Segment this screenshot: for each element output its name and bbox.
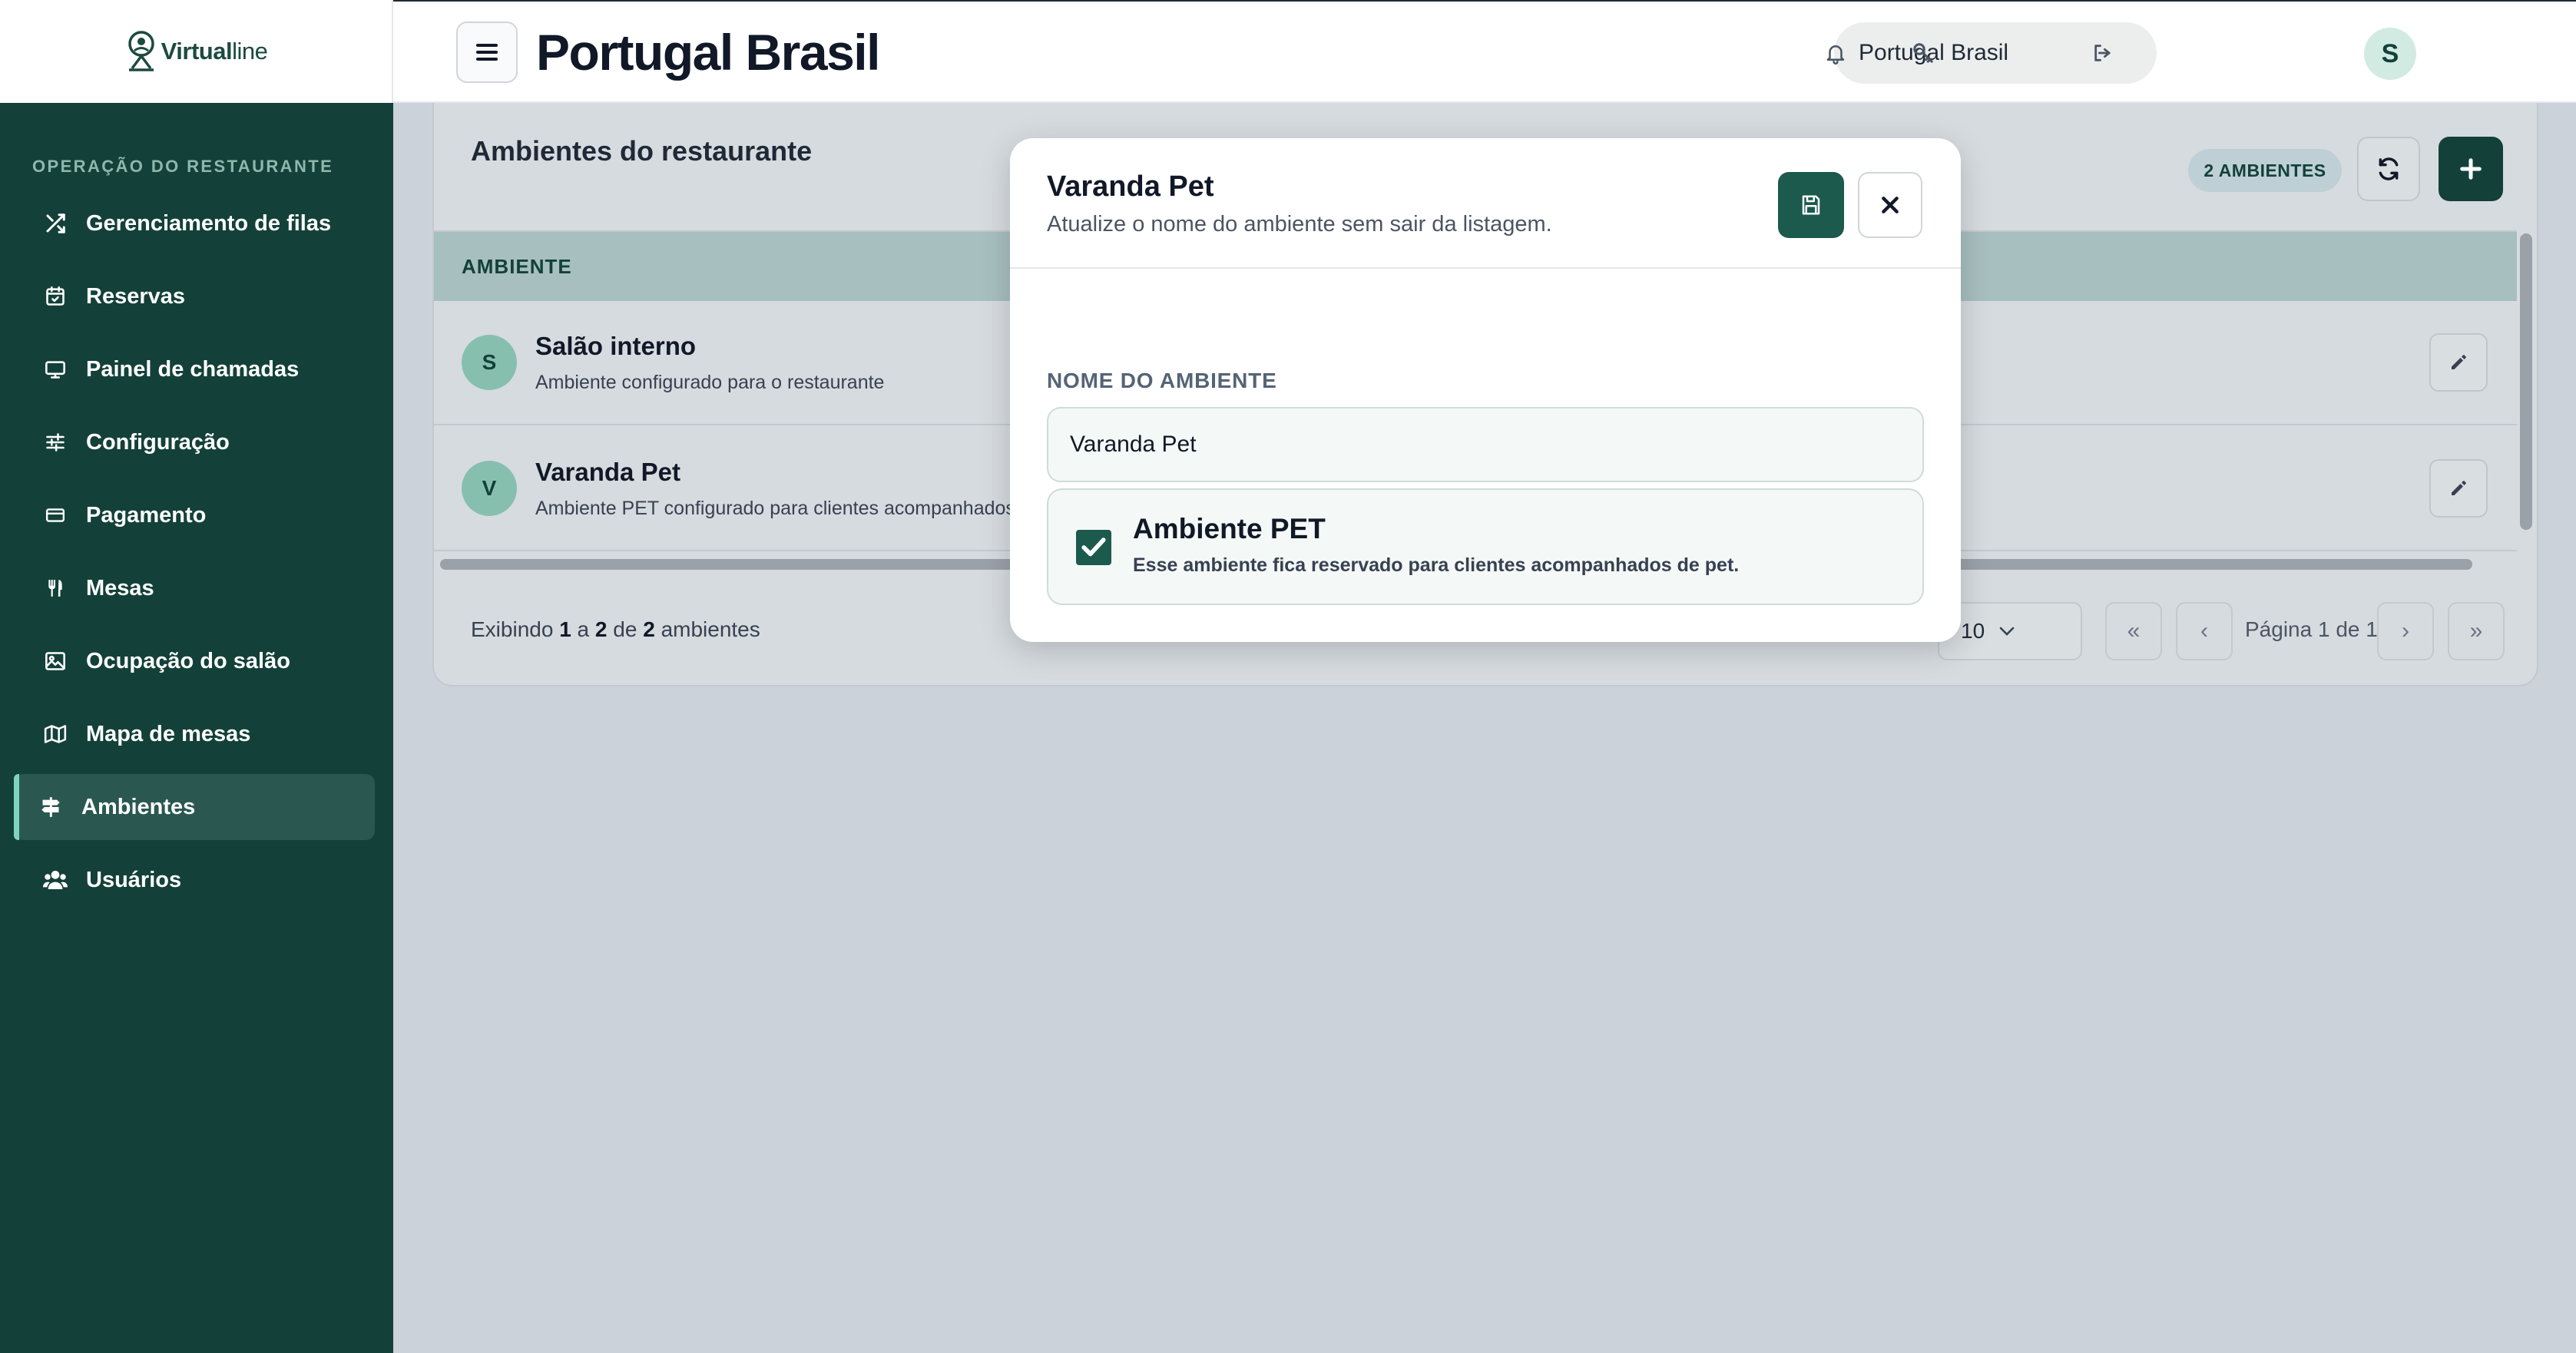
page-size-value: 10 bbox=[1961, 619, 1985, 643]
logout-button[interactable] bbox=[2080, 30, 2126, 76]
sidebar-item-label: Ambientes bbox=[81, 794, 196, 819]
sidebar-item-configuracao[interactable]: Configuração bbox=[14, 409, 375, 475]
sidebar-item-gerenciamento-de-filas[interactable]: Gerenciamento de filas bbox=[14, 190, 375, 256]
sidebar-item-label: Mapa de mesas bbox=[86, 721, 251, 746]
sidebar-item-pagamento[interactable]: Pagamento bbox=[14, 482, 375, 548]
modal-divider bbox=[1010, 267, 1961, 269]
refresh-icon bbox=[2376, 157, 2401, 181]
utensils-icon bbox=[40, 577, 71, 600]
add-ambiente-button[interactable] bbox=[2439, 137, 2503, 201]
key-button[interactable] bbox=[1900, 30, 1946, 76]
pencil-icon bbox=[2449, 479, 2468, 498]
modal-subtitle: Atualize o nome do ambiente sem sair da … bbox=[1047, 212, 1552, 237]
page-title: Portugal Brasil bbox=[536, 24, 880, 81]
pet-checkbox[interactable] bbox=[1076, 530, 1111, 565]
close-icon bbox=[1880, 195, 1900, 215]
sidebar-item-label: Ocupação do salão bbox=[86, 648, 290, 673]
sidebar-item-reservas[interactable]: Reservas bbox=[14, 263, 375, 329]
image-icon bbox=[40, 650, 71, 672]
modal-title: Varanda Pet bbox=[1047, 170, 1214, 203]
logout-icon bbox=[2091, 42, 2114, 64]
logo-text: Virtualline bbox=[161, 38, 268, 65]
pencil-icon bbox=[2449, 353, 2468, 372]
sidebar-item-usuarios[interactable]: Usuários bbox=[14, 847, 375, 913]
next-page-button[interactable]: › bbox=[2377, 602, 2434, 660]
pet-option-title: Ambiente PET bbox=[1133, 513, 1326, 544]
row-description: Ambiente PET configurado para clientes a… bbox=[535, 498, 1080, 519]
pet-option-description: Esse ambiente fica reservado para client… bbox=[1133, 554, 1740, 576]
logo-icon bbox=[124, 30, 158, 73]
calendar-icon bbox=[40, 286, 71, 307]
column-header-ambiente: AMBIENTE bbox=[462, 255, 572, 278]
sidebar-item-label: Usuários bbox=[86, 867, 182, 892]
logo[interactable]: Virtualline bbox=[0, 0, 393, 103]
bell-icon bbox=[1824, 41, 1847, 65]
close-button[interactable] bbox=[1858, 172, 1922, 238]
row-description: Ambiente configurado para o restaurante bbox=[535, 372, 885, 393]
edit-button[interactable] bbox=[2429, 333, 2488, 392]
edit-ambiente-modal: Varanda Pet Atualize o nome do ambiente … bbox=[1010, 138, 1961, 642]
sidebar-item-label: Painel de chamadas bbox=[86, 356, 300, 382]
page-indicator: Página 1 de 1 bbox=[2245, 617, 2378, 641]
refresh-button[interactable] bbox=[2357, 137, 2420, 201]
sidebar: Virtualline OPERAÇÃO DO RESTAURANTE Gere… bbox=[0, 0, 393, 1353]
first-page-button[interactable]: « bbox=[2105, 602, 2162, 660]
sidebar-item-label: Reservas bbox=[86, 283, 185, 309]
save-button[interactable] bbox=[1778, 172, 1844, 238]
plus-icon bbox=[2459, 157, 2482, 180]
users-icon bbox=[40, 869, 71, 891]
key-icon bbox=[1912, 41, 1935, 65]
hamburger-icon bbox=[475, 41, 499, 63]
last-page-button[interactable]: » bbox=[2448, 602, 2505, 660]
pet-option[interactable]: Ambiente PET Esse ambiente fica reservad… bbox=[1047, 488, 1924, 605]
vertical-scrollbar[interactable] bbox=[2520, 233, 2532, 530]
check-icon bbox=[1081, 536, 1107, 559]
save-icon bbox=[1800, 194, 1823, 217]
edit-button[interactable] bbox=[2429, 459, 2488, 518]
sidebar-item-ocupacao-do-salao[interactable]: Ocupação do salão bbox=[14, 628, 375, 694]
sidebar-item-painel-de-chamadas[interactable]: Painel de chamadas bbox=[14, 336, 375, 402]
menu-toggle-button[interactable] bbox=[456, 22, 518, 83]
card-title: Ambientes do restaurante bbox=[471, 135, 813, 167]
nav-section-label: OPERAÇÃO DO RESTAURANTE bbox=[32, 157, 334, 176]
sidebar-item-label: Configuração bbox=[86, 429, 230, 455]
row-name: Varanda Pet bbox=[535, 458, 680, 486]
map-icon bbox=[40, 723, 71, 745]
row-avatar: V bbox=[462, 461, 517, 516]
ambiente-name-input[interactable] bbox=[1047, 407, 1924, 482]
row-avatar: S bbox=[462, 335, 517, 390]
monitor-icon bbox=[40, 359, 71, 380]
shuffle-icon bbox=[40, 212, 71, 235]
sidebar-item-ambientes[interactable]: Ambientes bbox=[14, 774, 375, 840]
sidebar-item-mapa-de-mesas[interactable]: Mapa de mesas bbox=[14, 701, 375, 767]
row-name: Salão interno bbox=[535, 332, 697, 360]
credit-card-icon bbox=[40, 505, 71, 525]
prev-page-button[interactable]: ‹ bbox=[2176, 602, 2233, 660]
sliders-icon bbox=[40, 432, 71, 453]
topbar: Portugal Brasil Portugal Brasil S bbox=[393, 0, 2576, 103]
sidebar-item-mesas[interactable]: Mesas bbox=[14, 555, 375, 621]
user-avatar[interactable]: S bbox=[2364, 28, 2416, 80]
sidebar-item-label: Mesas bbox=[86, 575, 154, 600]
sidebar-item-label: Pagamento bbox=[86, 502, 207, 528]
pagination-summary: Exibindo 1 a 2 de 2 ambientes bbox=[471, 617, 760, 641]
sidebar-item-label: Gerenciamento de filas bbox=[86, 210, 332, 236]
count-badge: 2 AMBIENTES bbox=[2188, 149, 2342, 192]
signpost-icon bbox=[35, 796, 66, 819]
chevron-down-icon bbox=[1998, 626, 2015, 637]
notifications-button[interactable] bbox=[1813, 30, 1859, 76]
field-label: NOME DO AMBIENTE bbox=[1047, 369, 1277, 392]
